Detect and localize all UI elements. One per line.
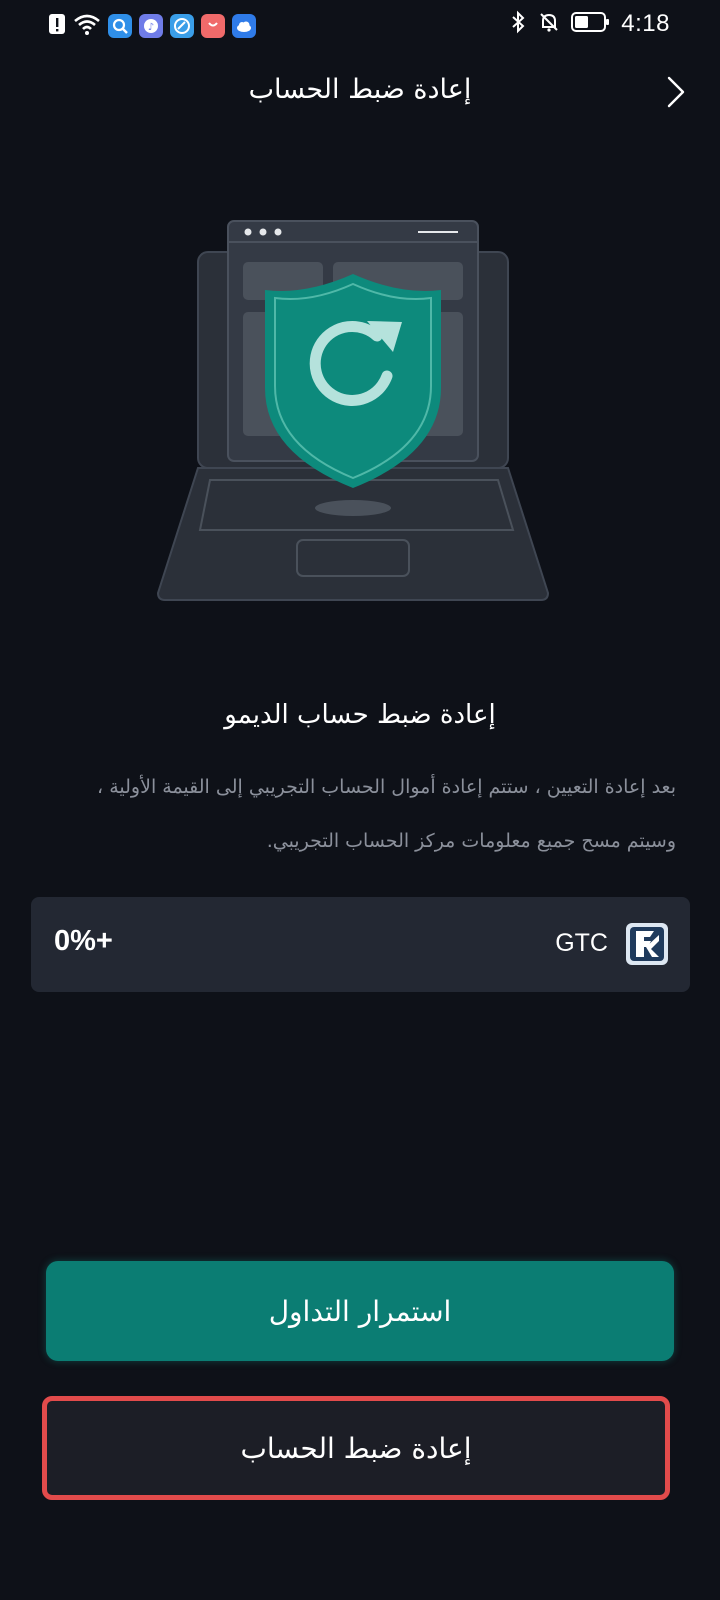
section-title: إعادة ضبط حساب الديمو	[224, 700, 496, 730]
mute-bell-icon	[537, 10, 561, 38]
cloud-app-icon	[232, 14, 256, 38]
status-time: 4:18	[621, 10, 670, 37]
coin-change-value: 0%+	[54, 925, 113, 957]
shopping-app-icon	[201, 14, 225, 38]
header: إعادة ضبط الحساب	[0, 60, 720, 124]
alert-icon	[48, 12, 66, 40]
status-left-icons: ♪	[48, 12, 256, 40]
page-title: إعادة ضبط الحساب	[248, 74, 472, 105]
music-app-icon: ♪	[139, 14, 163, 38]
status-right-icons: 4:18	[509, 10, 670, 38]
back-button[interactable]	[656, 72, 696, 112]
bluetooth-icon	[509, 10, 527, 38]
section-description: بعد إعادة التعيين ، ستتم إعادة أموال الح…	[97, 776, 676, 852]
chevron-right-icon	[667, 76, 685, 108]
coin-row: 0%+ GTC	[31, 897, 690, 992]
battery-icon	[571, 10, 611, 38]
wifi-icon	[73, 12, 101, 40]
svg-text:♪: ♪	[148, 22, 154, 33]
browser-app-icon	[170, 14, 194, 38]
status-bar: ♪ 4:18	[0, 0, 720, 50]
reset-account-illustration	[155, 218, 565, 618]
coin-name: GTC	[555, 929, 608, 957]
search-app-icon	[108, 14, 132, 38]
coin-logo-icon	[626, 923, 668, 965]
reset-account-button[interactable]: إعادة ضبط الحساب	[42, 1396, 670, 1500]
continue-trading-button[interactable]: استمرار التداول	[46, 1261, 674, 1361]
